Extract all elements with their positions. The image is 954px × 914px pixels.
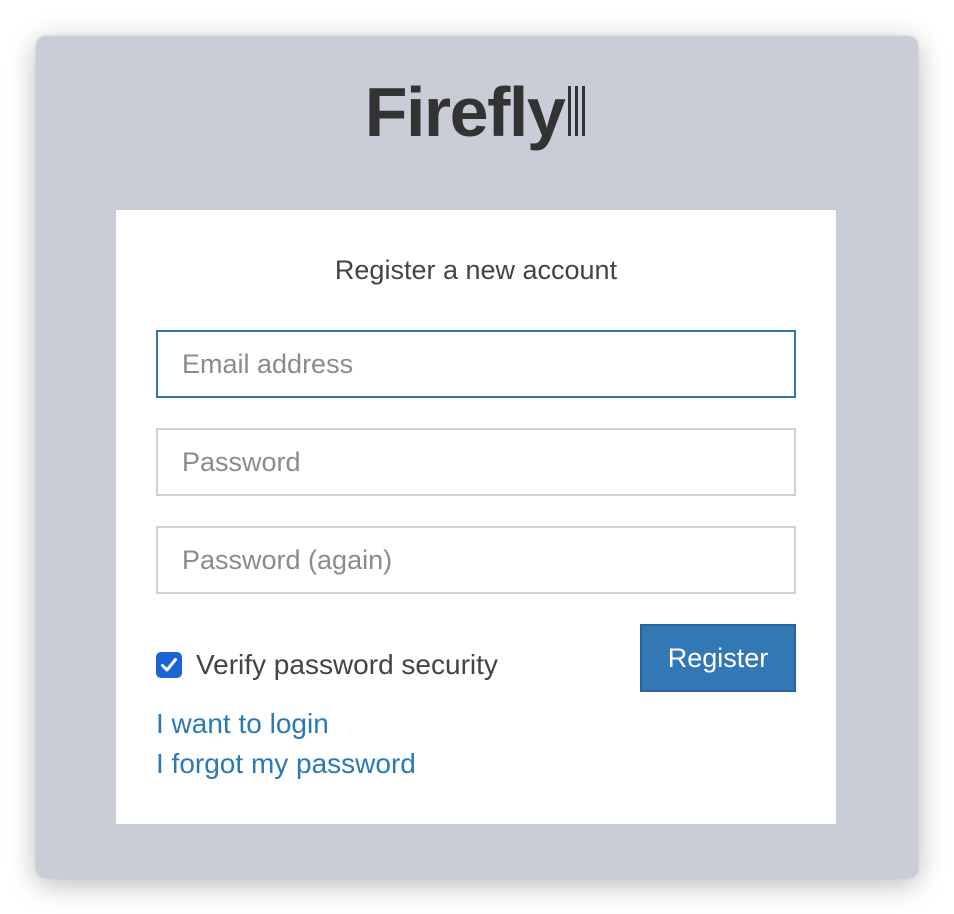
verify-password-checkbox[interactable] (156, 652, 182, 678)
checkmark-icon (161, 658, 177, 672)
verify-password-label[interactable]: Verify password security (196, 648, 498, 682)
logo-bars-icon (568, 86, 589, 136)
register-card: Register a new account Verify password s… (116, 210, 836, 824)
forgot-password-link[interactable]: I forgot my password (156, 747, 416, 781)
register-button[interactable]: Register (640, 624, 796, 692)
logo-wrapper: Firefly (365, 72, 590, 152)
logo-bar (575, 86, 579, 136)
password-field[interactable] (156, 428, 796, 496)
password-again-field[interactable] (156, 526, 796, 594)
app-logo: Firefly (0, 72, 954, 152)
register-title: Register a new account (334, 255, 618, 285)
logo-bar (582, 86, 586, 136)
logo-text: Firefly (364, 73, 566, 151)
login-link[interactable]: I want to login (156, 707, 329, 741)
verify-password-row: Verify password security (156, 648, 498, 682)
logo-bar (568, 86, 572, 136)
email-field[interactable] (156, 330, 796, 398)
